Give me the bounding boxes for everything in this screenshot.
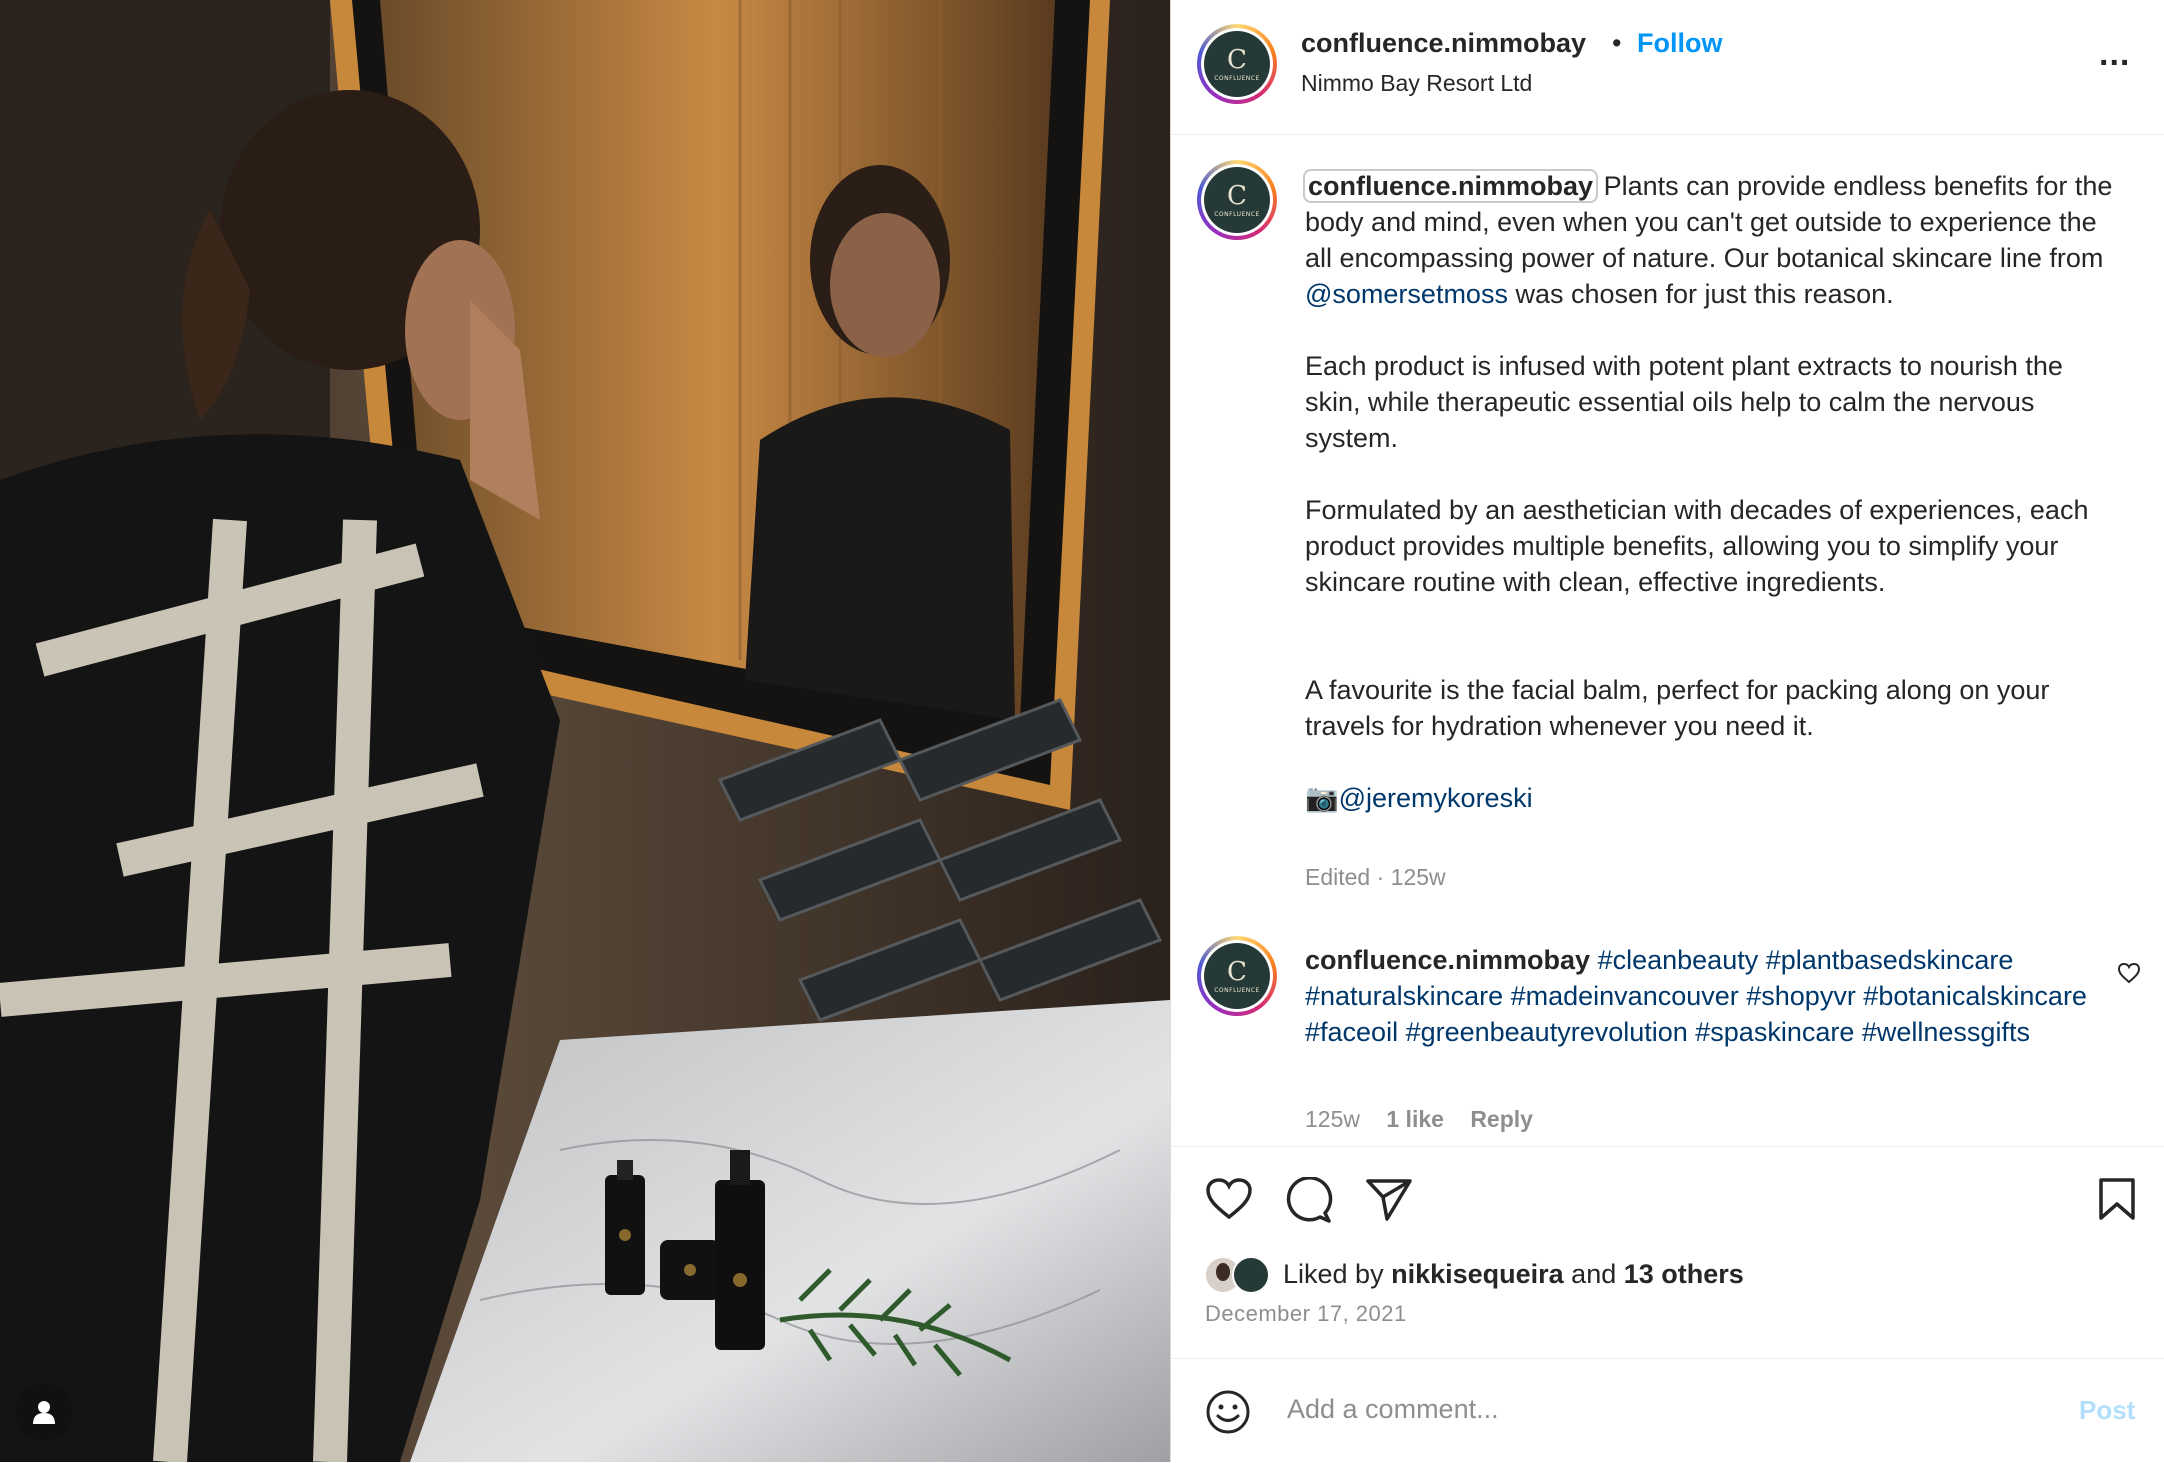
caption-paragraph-3: Formulated by an aesthetician with decad… [1305,495,2089,597]
follow-button[interactable]: Follow [1637,28,1722,59]
comment-body: confluence.nimmobay #cleanbeauty #plantb… [1305,942,2095,1050]
caption-paragraph-4: A favourite is the facial balm, perfect … [1305,675,2050,741]
avatar-border: C CONFLUENCE [1201,940,1273,1012]
comment-likes[interactable]: 1 like [1386,1106,1444,1132]
more-options-button[interactable]: ... [2099,37,2130,71]
liked-others-link[interactable]: 13 others [1624,1259,1744,1289]
header-separator: • [1612,28,1622,58]
confluence-logo: C CONFLUENCE [1204,943,1270,1009]
author-username[interactable]: confluence.nimmobay [1301,28,1586,59]
liked-by-text: Liked by nikkisequeira and 13 others [1283,1259,1744,1290]
like-heart-icon[interactable] [1205,1177,1253,1221]
comment-input[interactable] [1285,1393,2009,1426]
share-paper-plane-icon[interactable] [1365,1177,1413,1221]
comment-like-heart-icon[interactable] [2117,962,2141,984]
comment-username[interactable]: confluence.nimmobay [1305,945,1590,975]
post-comment-button[interactable]: Post [2079,1395,2135,1426]
logo-wordmark: CONFLUENCE [1214,986,1260,994]
comment-meta: 125w 1 like Reply [1305,1106,1533,1133]
post-photo[interactable] [0,0,1170,1462]
caption-text-part: was chosen for just this reason. [1507,279,1894,309]
emoji-picker-icon[interactable] [1205,1389,1251,1435]
post-actions: Liked by nikkisequeira and 13 others Dec… [1171,1146,2164,1365]
mention-link[interactable]: @jeremykoreski [1339,783,1533,813]
logo-wordmark: CONFLUENCE [1214,74,1260,82]
caption-paragraph-2: Each product is infused with potent plan… [1305,351,2063,453]
confluence-logo: C CONFLUENCE [1204,31,1270,97]
camera-emoji: 📷 [1305,783,1339,813]
avatar-border: C CONFLUENCE [1201,164,1273,236]
caption-text: confluence.nimmobay Plants can provide e… [1302,168,2117,816]
caption-username[interactable]: confluence.nimmobay [1302,169,1599,203]
author-avatar[interactable]: C CONFLUENCE [1197,24,1277,104]
liked-user-link[interactable]: nikkisequeira [1391,1259,1564,1289]
liked-prefix: Liked by [1283,1259,1392,1289]
caption-meta: Edited · 125w [1305,864,1446,890]
save-bookmark-icon[interactable] [2097,1177,2137,1221]
caption-paragraph-5: 📷@jeremykoreski [1305,780,2117,816]
logo-letter: C [1227,180,1247,211]
confluence-logo: C CONFLUENCE [1204,167,1270,233]
post-header: C CONFLUENCE confluence.nimmobay • Follo… [1171,0,2164,135]
commenter-avatar[interactable]: C CONFLUENCE [1197,936,1277,1016]
caption-paragraph-1: confluence.nimmobay Plants can provide e… [1302,168,2117,312]
caption-avatar[interactable]: C CONFLUENCE [1197,160,1277,240]
post-date[interactable]: December 17, 2021 [1205,1301,1407,1327]
mention-link[interactable]: @somersetmoss [1305,279,1508,309]
logo-letter: C [1227,956,1247,987]
comment-reply-button[interactable]: Reply [1470,1106,1533,1132]
comment-time: 125w [1305,1106,1360,1132]
avatar-border: C CONFLUENCE [1201,28,1273,100]
logo-wordmark: CONFLUENCE [1214,210,1260,218]
liked-mid: and [1563,1259,1624,1289]
logo-letter: C [1227,44,1247,75]
tagged-users-button[interactable] [16,1384,72,1440]
liked-by-avatars[interactable] [1205,1255,1285,1295]
post-image [0,0,1170,1462]
add-comment-bar: Post [1171,1358,2164,1463]
post-side-panel: C CONFLUENCE confluence.nimmobay • Follo… [1170,0,2164,1462]
instagram-post-view: C CONFLUENCE confluence.nimmobay • Follo… [0,0,2164,1462]
person-icon [33,1401,55,1424]
comment-bubble-icon[interactable] [1285,1177,1333,1223]
author-subtitle[interactable]: Nimmo Bay Resort Ltd [1301,70,1532,97]
